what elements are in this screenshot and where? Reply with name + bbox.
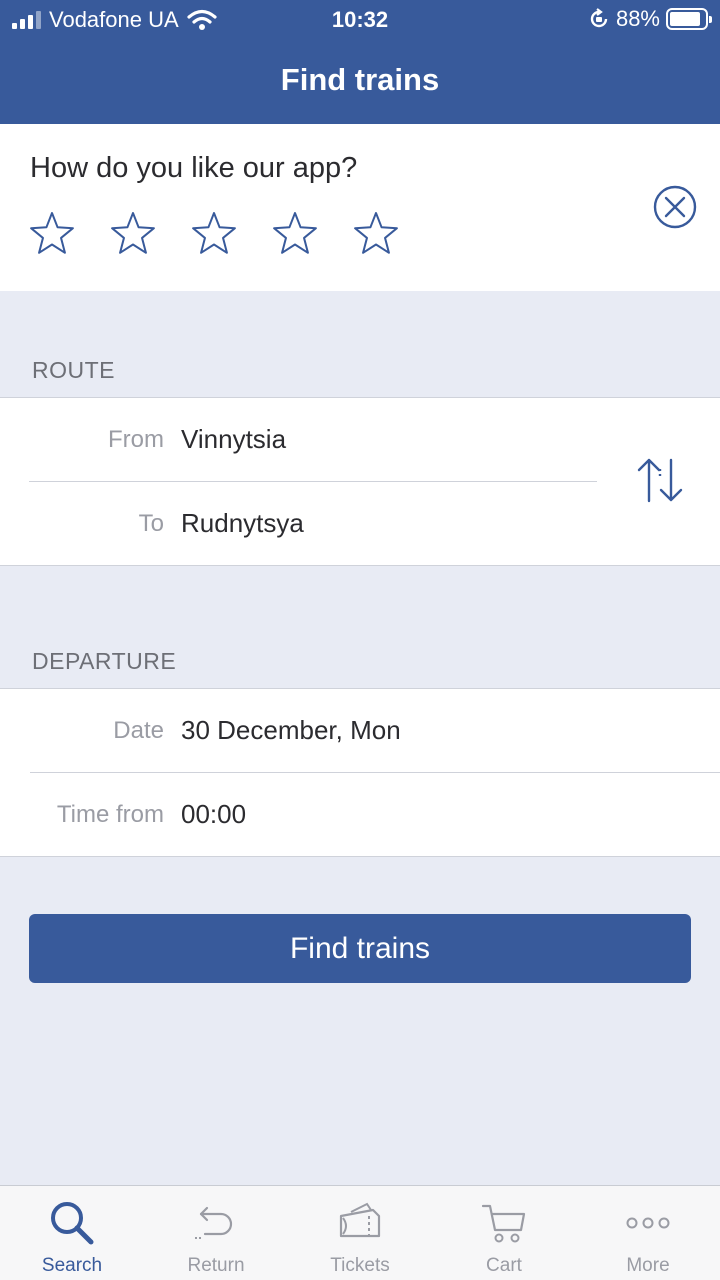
- time-value[interactable]: 00:00: [181, 799, 246, 830]
- tab-return[interactable]: Return: [144, 1186, 288, 1280]
- find-trains-button[interactable]: Find trains: [29, 914, 691, 983]
- rating-question: How do you like our app?: [30, 152, 358, 184]
- star-2-icon[interactable]: [109, 210, 157, 258]
- tab-label: More: [626, 1255, 670, 1276]
- status-bar: Vodafone UA 10:32 88%: [0, 0, 720, 40]
- tab-label: Return: [187, 1255, 245, 1276]
- tab-label: Tickets: [330, 1255, 390, 1276]
- route-header: ROUTE: [32, 357, 115, 383]
- return-icon: [195, 1206, 233, 1239]
- rating-card: How do you like our app?: [0, 124, 720, 291]
- date-label: Date: [113, 717, 164, 744]
- from-value[interactable]: Vinnytsia: [181, 424, 286, 455]
- cart-icon: [481, 1204, 526, 1243]
- orientation-lock-icon: [590, 8, 608, 28]
- tab-label: Cart: [486, 1255, 522, 1276]
- tab-more[interactable]: More: [576, 1186, 720, 1280]
- route-group: From Vinnytsia To Rudnytsya: [0, 397, 720, 566]
- departure-header: DEPARTURE: [32, 648, 177, 674]
- tab-cart[interactable]: Cart: [432, 1186, 576, 1280]
- departure-group: Date 30 December, Mon Time from 00:00: [0, 688, 720, 857]
- battery-percent: 88%: [615, 6, 660, 31]
- date-row[interactable]: Date 30 December, Mon: [0, 689, 720, 773]
- page-title: Find trains: [280, 62, 440, 97]
- star-4-icon[interactable]: [271, 210, 319, 258]
- from-label: From: [108, 426, 164, 453]
- battery-icon: [666, 8, 712, 30]
- close-rating-button[interactable]: [653, 185, 697, 229]
- time-row[interactable]: Time from 00:00: [0, 773, 720, 857]
- navigation-bar: Find trains: [0, 40, 720, 124]
- tab-search[interactable]: Search: [0, 1186, 144, 1280]
- tab-bar: Search Return Tickets Cart More: [0, 1185, 720, 1280]
- from-row[interactable]: From Vinnytsia: [0, 398, 720, 482]
- tab-tickets[interactable]: Tickets: [288, 1186, 432, 1280]
- date-value[interactable]: 30 December, Mon: [181, 715, 401, 746]
- star-3-icon[interactable]: [190, 210, 238, 258]
- more-icon: [626, 1217, 670, 1229]
- to-label: To: [138, 510, 164, 537]
- time-label: Time from: [56, 801, 164, 828]
- to-row[interactable]: To Rudnytsya: [0, 482, 720, 566]
- search-icon: [51, 1202, 94, 1245]
- swap-stations-icon[interactable]: [633, 457, 685, 503]
- star-5-icon[interactable]: [352, 210, 400, 258]
- star-1-icon[interactable]: [28, 210, 76, 258]
- ticket-icon: [339, 1202, 381, 1238]
- tab-label: Search: [41, 1255, 103, 1276]
- to-value[interactable]: Rudnytsya: [181, 508, 304, 539]
